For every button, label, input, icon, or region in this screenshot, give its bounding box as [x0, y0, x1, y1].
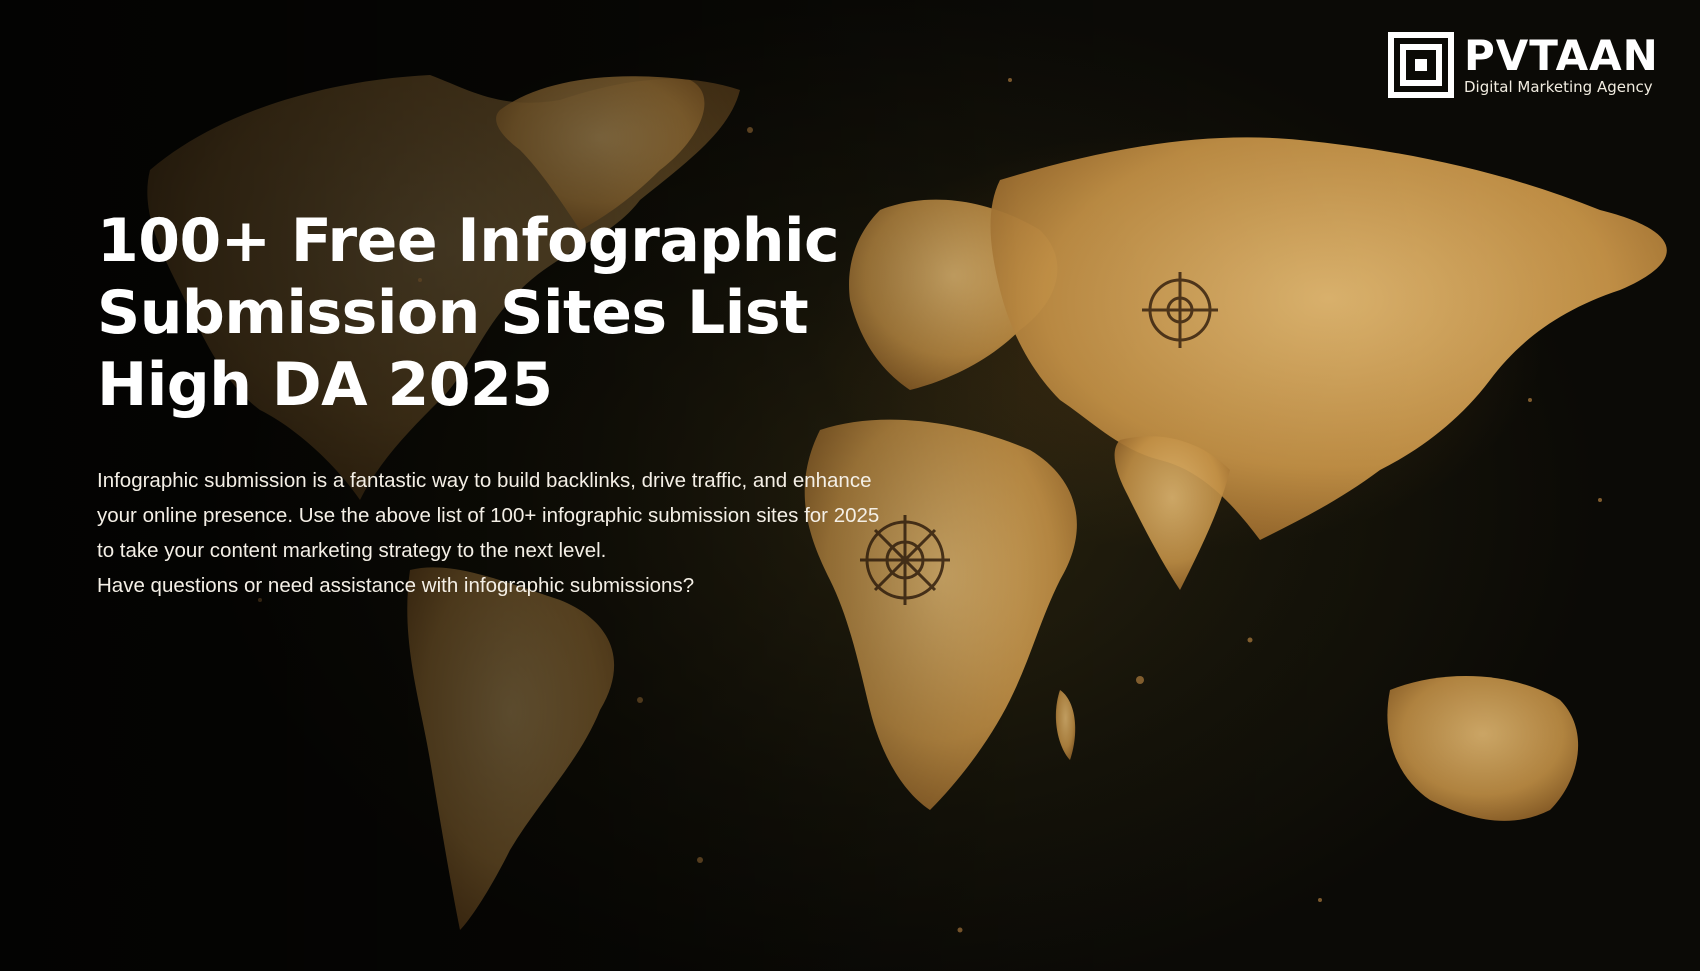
hero-slide: PVTAAN Digital Marketing Agency 100+ Fre… [0, 0, 1700, 971]
intro-paragraph: Infographic submission is a fantastic wa… [97, 469, 880, 562]
square-spiral-logo-icon [1388, 32, 1454, 98]
brand-name: PVTAAN [1464, 31, 1659, 80]
page-title: 100+ Free Infographic Submission Sites L… [97, 206, 840, 420]
brand-tagline: Digital Marketing Agency [1464, 78, 1653, 96]
brand-text: PVTAAN Digital Marketing Agency [1464, 31, 1659, 97]
question-line: Have questions or need assistance with i… [97, 574, 695, 597]
hero-body: Infographic submission is a fantastic wa… [97, 463, 897, 603]
brand-logo[interactable]: PVTAAN Digital Marketing Agency [1388, 32, 1659, 98]
